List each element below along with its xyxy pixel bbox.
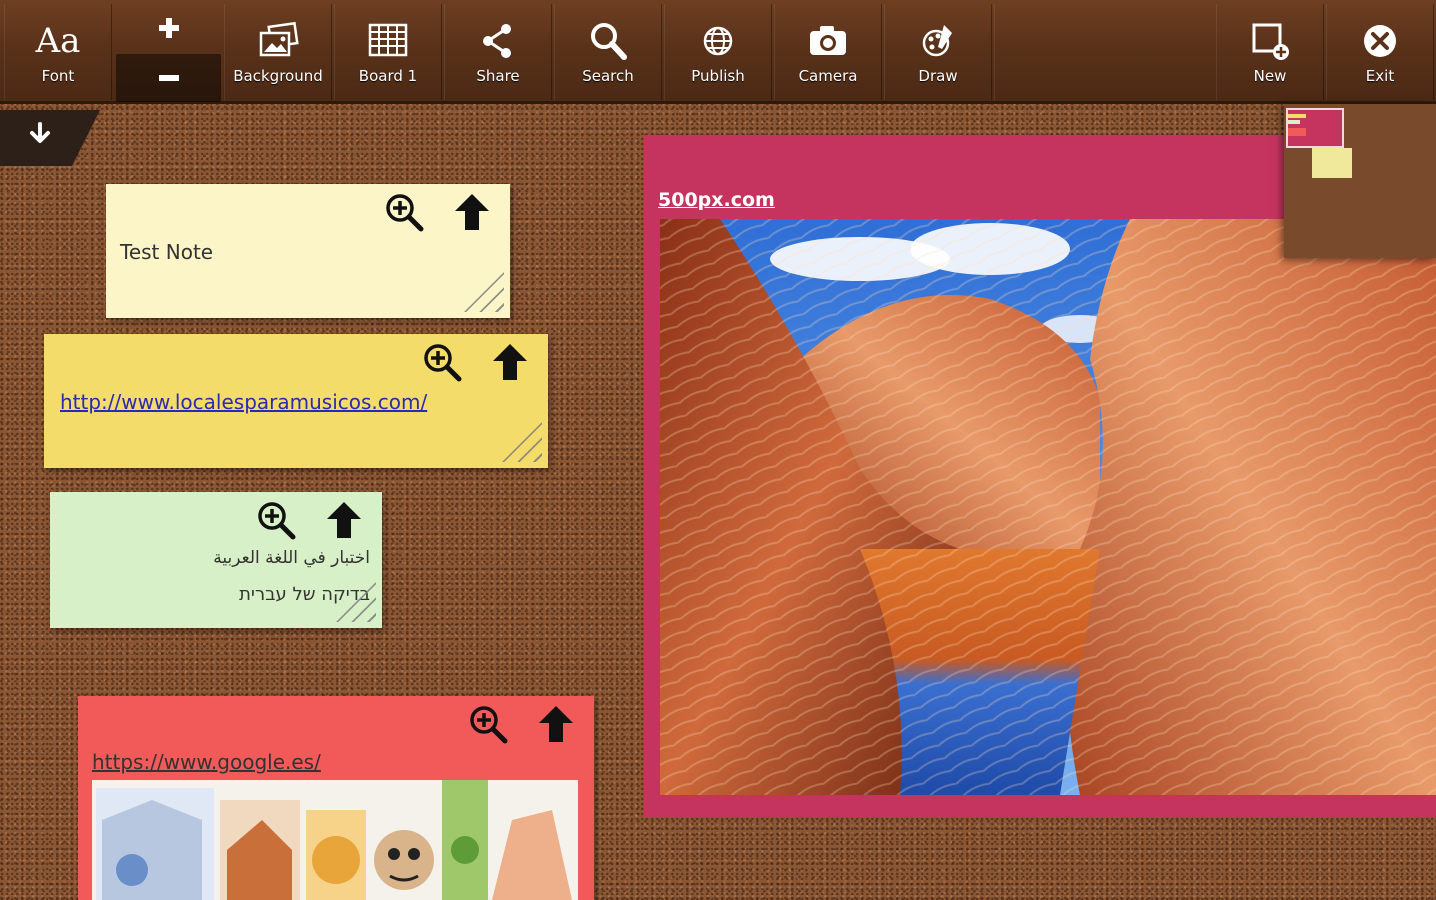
decrease-font-button[interactable] xyxy=(116,54,221,102)
board-minimap[interactable] xyxy=(1284,104,1436,258)
search-icon xyxy=(591,23,627,60)
increase-font-button[interactable] xyxy=(116,4,221,52)
font-label: Font xyxy=(41,67,75,85)
minimap-note-yellow xyxy=(1288,114,1306,118)
bring-front-button[interactable] xyxy=(322,498,366,542)
sticky-note-google[interactable]: https://www.google.es/ xyxy=(78,696,594,900)
arrow-up-icon xyxy=(327,502,361,538)
camera-button[interactable]: Camera xyxy=(774,4,882,100)
exit-button[interactable]: Exit xyxy=(1326,4,1434,100)
exit-label: Exit xyxy=(1365,67,1395,85)
download-icon xyxy=(30,122,50,143)
camera-label: Camera xyxy=(798,67,858,85)
search-label: Search xyxy=(582,67,634,85)
share-label: Share xyxy=(476,67,520,85)
minimap-note-green xyxy=(1288,120,1300,124)
font-icon: Aa xyxy=(35,21,81,61)
minimap-note-red xyxy=(1288,128,1306,136)
zoom-in-icon xyxy=(470,706,508,744)
note-link[interactable]: http://www.localesparamusicos.com/ xyxy=(60,390,427,414)
draw-label: Draw xyxy=(918,67,958,85)
zoom-in-icon xyxy=(386,194,424,232)
board-label: Board 1 xyxy=(358,67,418,85)
resize-handle-icon[interactable] xyxy=(502,422,542,462)
toolbar-spacer xyxy=(994,4,1214,100)
zoom-button[interactable] xyxy=(420,340,464,384)
arrow-up-icon xyxy=(455,194,489,230)
publish-label: Publish xyxy=(691,67,745,85)
board-icon xyxy=(368,23,408,57)
plus-icon xyxy=(158,18,179,38)
zoom-button[interactable] xyxy=(254,498,298,542)
doodle-preview-image xyxy=(92,780,578,900)
image-source-link[interactable]: 500px.com xyxy=(658,189,775,211)
new-icon xyxy=(1252,23,1289,60)
minimap-note-cream xyxy=(1312,148,1352,178)
note-text: Test Note xyxy=(120,240,214,264)
new-label: New xyxy=(1253,67,1287,85)
arrow-up-icon xyxy=(539,706,573,742)
publish-icon xyxy=(703,26,733,56)
arrow-up-icon xyxy=(493,344,527,380)
sticky-note-test[interactable]: Test Note xyxy=(106,184,510,318)
note-text-arabic: اختبار في اللغة العربية xyxy=(213,548,370,568)
share-icon xyxy=(483,24,511,58)
board-button[interactable]: Board 1 xyxy=(334,4,442,100)
sticky-note-rtl[interactable]: اختبار في اللغة العربية בדיקה של עברית xyxy=(50,492,382,628)
zoom-button[interactable] xyxy=(466,702,510,746)
draw-button[interactable]: Draw xyxy=(884,4,992,100)
font-button[interactable]: Aa Font xyxy=(4,4,112,100)
draw-icon xyxy=(922,25,952,57)
bring-front-button[interactable] xyxy=(450,190,494,234)
search-button[interactable]: Search xyxy=(554,4,662,100)
zoom-in-icon xyxy=(424,344,462,382)
publish-button[interactable]: Publish xyxy=(664,4,772,100)
zoom-in-icon xyxy=(258,502,296,540)
new-button[interactable]: New xyxy=(1216,4,1324,100)
resize-handle-icon[interactable] xyxy=(464,272,504,312)
note-text-hebrew: בדיקה של עברית xyxy=(239,584,370,605)
bring-front-button[interactable] xyxy=(488,340,532,384)
collapse-toolbar-button[interactable] xyxy=(0,110,100,166)
minus-icon xyxy=(158,75,179,81)
zoom-button[interactable] xyxy=(382,190,426,234)
sticky-note-link[interactable]: http://www.localesparamusicos.com/ xyxy=(44,334,548,468)
background-button[interactable]: Background xyxy=(224,4,332,100)
camera-icon xyxy=(810,26,846,55)
doodle-illustrations xyxy=(92,780,578,900)
background-label: Background xyxy=(233,67,323,85)
canyon-photo xyxy=(660,219,1436,795)
background-icon xyxy=(259,21,299,57)
canyon-landscape-image xyxy=(660,219,1436,795)
top-toolbar: Aa Font Background Board 1 Share Search … xyxy=(0,0,1436,104)
share-button[interactable]: Share xyxy=(444,4,552,100)
bring-front-button[interactable] xyxy=(534,702,578,746)
exit-icon xyxy=(1364,25,1396,57)
note-link[interactable]: https://www.google.es/ xyxy=(92,750,321,774)
